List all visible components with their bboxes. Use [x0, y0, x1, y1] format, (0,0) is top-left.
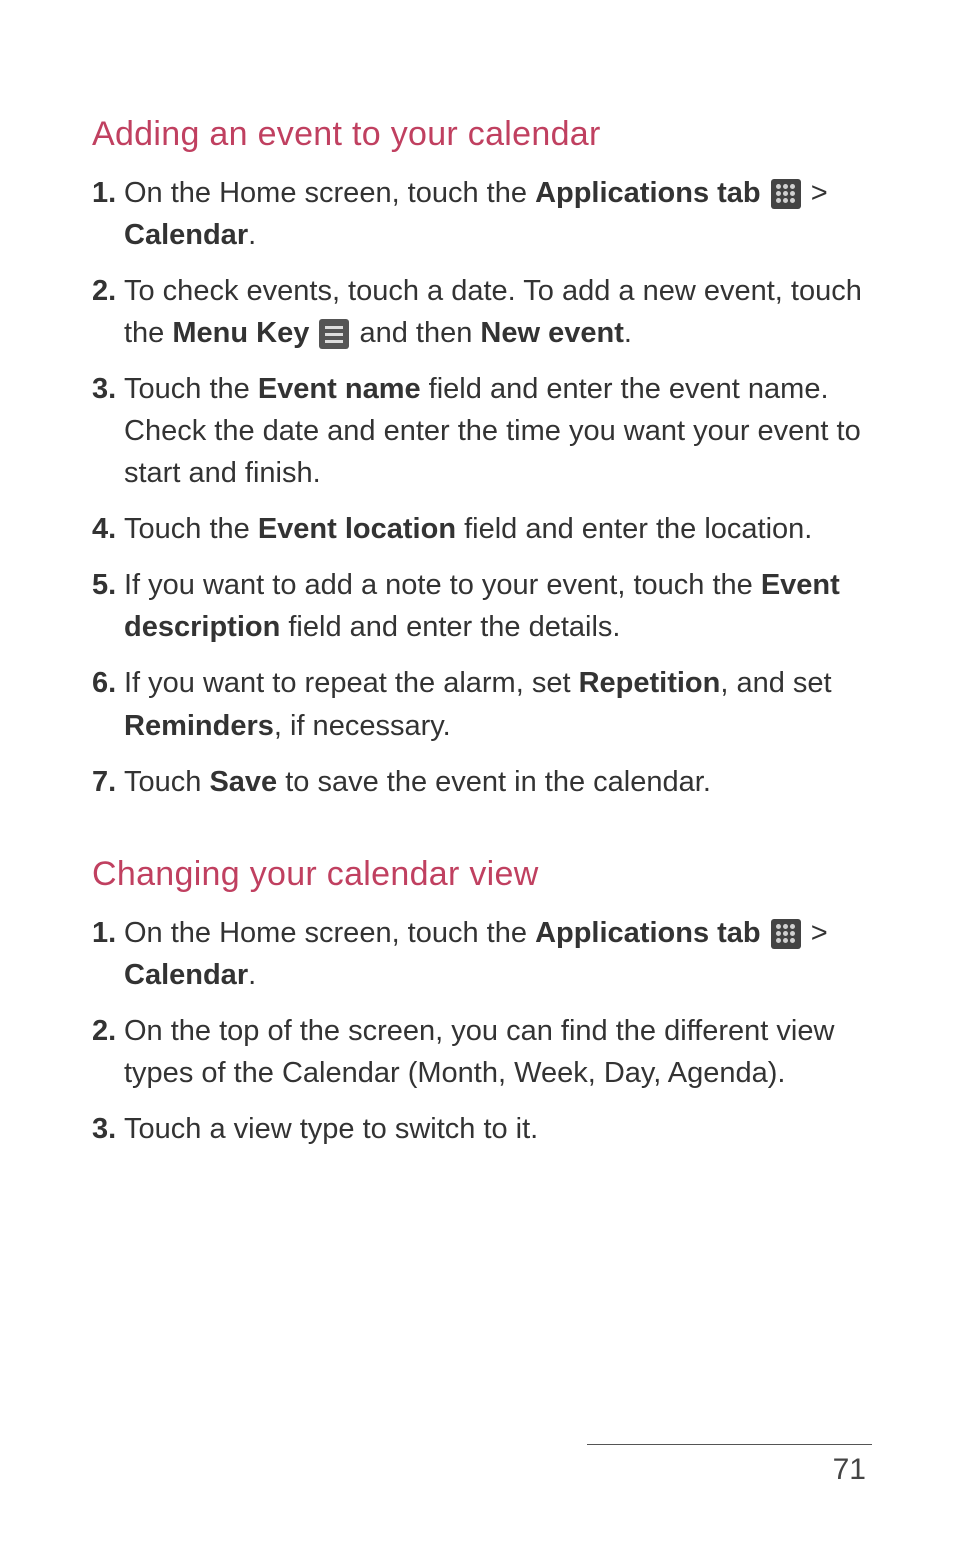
text-run: Touch the — [124, 513, 258, 545]
list-item: 2.On the top of the screen, you can find… — [92, 1010, 874, 1094]
item-body: If you want to add a note to your event,… — [124, 564, 874, 648]
bold-text: Event name — [258, 373, 421, 405]
text-run: and then — [351, 317, 480, 349]
text-run: to save the event in the calendar. — [277, 766, 711, 798]
list-item: 7. Touch Save to save the event in the c… — [92, 761, 874, 803]
list-item: 1. On the Home screen, touch the Applica… — [92, 172, 874, 256]
section-heading-1: Adding an event to your calendar — [92, 115, 874, 154]
text-run: Touch — [124, 766, 209, 798]
section-2-list: 1. On the Home screen, touch the Applica… — [92, 912, 874, 1150]
text-run: Touch a view type to switch to it. — [124, 1113, 538, 1145]
page-number: 71 — [833, 1453, 872, 1487]
text-run: . — [248, 959, 256, 991]
item-body: Touch Save to save the event in the cale… — [124, 761, 874, 803]
list-item: 3.Touch a view type to switch to it. — [92, 1108, 874, 1150]
item-body: Touch a view type to switch to it. — [124, 1108, 874, 1150]
item-body: Touch the Event name field and enter the… — [124, 368, 874, 494]
bold-text: New event — [480, 317, 623, 349]
text-run: field and enter the location. — [456, 513, 812, 545]
list-item: 4.Touch the Event location field and ent… — [92, 508, 874, 550]
text-run: , and set — [720, 667, 831, 699]
text-run: . — [248, 219, 256, 251]
item-number: 1. — [92, 172, 124, 256]
text-run: field and enter the details. — [280, 611, 620, 643]
list-item: 2.To check events, touch a date. To add … — [92, 270, 874, 354]
list-item: 6.If you want to repeat the alarm, set R… — [92, 662, 874, 746]
footer-divider — [587, 1444, 872, 1446]
bold-text: Event location — [258, 513, 456, 545]
text-run: > — [803, 177, 828, 209]
bold-text: Repetition — [579, 667, 721, 699]
item-body: On the Home screen, touch the Applicatio… — [124, 172, 874, 256]
section-1-list: 1. On the Home screen, touch the Applica… — [92, 172, 874, 803]
list-item: 3.Touch the Event name field and enter t… — [92, 368, 874, 494]
text-run: On the Home screen, touch the — [124, 917, 535, 949]
menu-key-icon — [319, 319, 349, 349]
bold-text: Applications tab — [535, 177, 769, 209]
item-number: 2. — [92, 270, 124, 354]
item-body: Touch the Event location field and enter… — [124, 508, 874, 550]
text-run: . — [624, 317, 632, 349]
item-number: 3. — [92, 368, 124, 494]
section-heading-2: Changing your calendar view — [92, 855, 874, 894]
item-body: If you want to repeat the alarm, set Rep… — [124, 662, 874, 746]
item-body: To check events, touch a date. To add a … — [124, 270, 874, 354]
item-body: On the top of the screen, you can find t… — [124, 1010, 874, 1094]
applications-tab-icon — [771, 179, 801, 209]
text-run: > — [803, 917, 828, 949]
text-run: If you want to add a note to your event,… — [124, 569, 761, 601]
bold-text: Applications tab — [535, 917, 769, 949]
item-number: 6. — [92, 662, 124, 746]
page-footer: 71 — [587, 1444, 872, 1488]
item-body: On the Home screen, touch the Applicatio… — [124, 912, 874, 996]
item-number: 4. — [92, 508, 124, 550]
item-number: 5. — [92, 564, 124, 648]
text-run: , if necessary. — [274, 710, 451, 742]
list-item: 1. On the Home screen, touch the Applica… — [92, 912, 874, 996]
list-item: 5.If you want to add a note to your even… — [92, 564, 874, 648]
text-run: If you want to repeat the alarm, set — [124, 667, 579, 699]
text-run: On the Home screen, touch the — [124, 177, 535, 209]
item-number: 1. — [92, 912, 124, 996]
text-run: Touch the — [124, 373, 258, 405]
bold-text: Calendar — [124, 219, 248, 251]
bold-text: Menu Key — [172, 317, 317, 349]
item-number: 3. — [92, 1108, 124, 1150]
item-number: 2. — [92, 1010, 124, 1094]
bold-text: Calendar — [124, 959, 248, 991]
applications-tab-icon — [771, 919, 801, 949]
item-number: 7. — [92, 761, 124, 803]
bold-text: Save — [209, 766, 277, 798]
text-run: On the top of the screen, you can find t… — [124, 1015, 834, 1089]
bold-text: Reminders — [124, 710, 274, 742]
